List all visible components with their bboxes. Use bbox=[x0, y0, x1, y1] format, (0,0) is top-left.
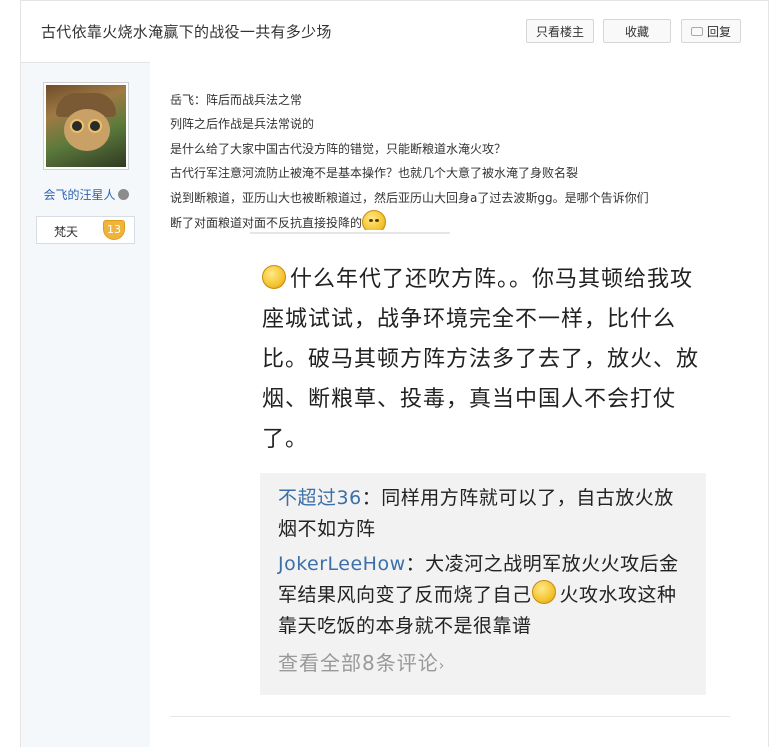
embedded-main-text-content: 什么年代了还吹方阵。。你马其顿给我攻座城试试，战争环境完全不一样，比什么比。破马… bbox=[262, 267, 700, 452]
author-username-text[interactable]: 会飞的汪星人 bbox=[43, 188, 115, 202]
author-sidebar: 楼主 会飞的汪星人 梵天 13 bbox=[20, 62, 150, 747]
author-username[interactable]: 会飞的汪星人 bbox=[21, 186, 151, 203]
dog-icon bbox=[117, 189, 129, 200]
post-line: 断了对面粮道对面不反抗直接投降的 bbox=[170, 216, 363, 231]
sweat-emoji-icon bbox=[262, 265, 286, 289]
embedded-comment: 不超过36：同样用方阵就可以了，自古放火放烟不如方阵 bbox=[278, 483, 693, 545]
comment-author: 不超过36 bbox=[278, 487, 362, 509]
level-name: 梵天 bbox=[54, 225, 79, 239]
level-box[interactable]: 梵天 13 bbox=[36, 216, 135, 244]
embedded-comment: JokerLeeHow：大凌河之战明军放火火攻后金军结果风向变了反而烧了自己 火攻… bbox=[278, 549, 693, 642]
post-line: 是什么给了大家中国古代没方阵的错觉，只能断粮道水淹火攻？ bbox=[170, 141, 507, 156]
embedded-main-text: 什么年代了还吹方阵。。你马其顿给我攻座城试试，战争环境完全不一样，比什么比。破马… bbox=[262, 260, 702, 460]
post-line: 列阵之后作战是兵法常说的 bbox=[170, 117, 315, 132]
reply-button[interactable]: 回复 bbox=[681, 19, 741, 43]
favorite-button[interactable]: 收藏 bbox=[603, 19, 671, 43]
embedded-comment-box: 不超过36：同样用方阵就可以了，自古放火放烟不如方阵 JokerLeeHow：大… bbox=[260, 473, 706, 695]
comment-author: JokerLeeHow bbox=[278, 553, 406, 575]
post-content: 岳飞：阵后而战兵法之常 列阵之后作战是兵法常说的 是什么给了大家中国古代没方阵的… bbox=[170, 88, 740, 235]
reply-icon bbox=[690, 26, 703, 36]
thread-header: 古代依靠火烧水淹赢下的战役一共有多少场 只看楼主 收藏 回复 bbox=[20, 0, 769, 62]
smile-emoji-icon bbox=[531, 580, 556, 604]
post-line: 古代行军注意河流防止被淹不是基本操作？也就几个大意了被水淹了身败名裂 bbox=[170, 166, 579, 181]
post-line: 岳飞：阵后而战兵法之常 bbox=[170, 93, 303, 107]
post-line: 说到断粮道，亚历山大也被断粮道过，然后亚历山大回身a了过去波斯gg。是哪个告诉你… bbox=[170, 190, 649, 205]
chevron-right-icon: › bbox=[438, 658, 446, 674]
level-badge: 13 bbox=[103, 220, 125, 240]
host-badge: 楼主 bbox=[101, 63, 151, 113]
clipped-text-remnant bbox=[250, 232, 450, 240]
view-all-comments: 查看全部8条评论› bbox=[278, 647, 445, 676]
only-host-button[interactable]: 只看楼主 bbox=[526, 19, 594, 43]
reply-label: 回复 bbox=[706, 24, 731, 39]
thread-title: 古代依靠火烧水淹赢下的战役一共有多少场 bbox=[41, 23, 332, 41]
embedded-screenshot[interactable]: 什么年代了还吹方阵。。你马其顿给我攻座城试试，战争环境完全不一样，比什么比。破马… bbox=[190, 230, 739, 730]
view-all-label: 查看全部8条评论 bbox=[278, 651, 439, 675]
post-divider bbox=[170, 716, 730, 717]
